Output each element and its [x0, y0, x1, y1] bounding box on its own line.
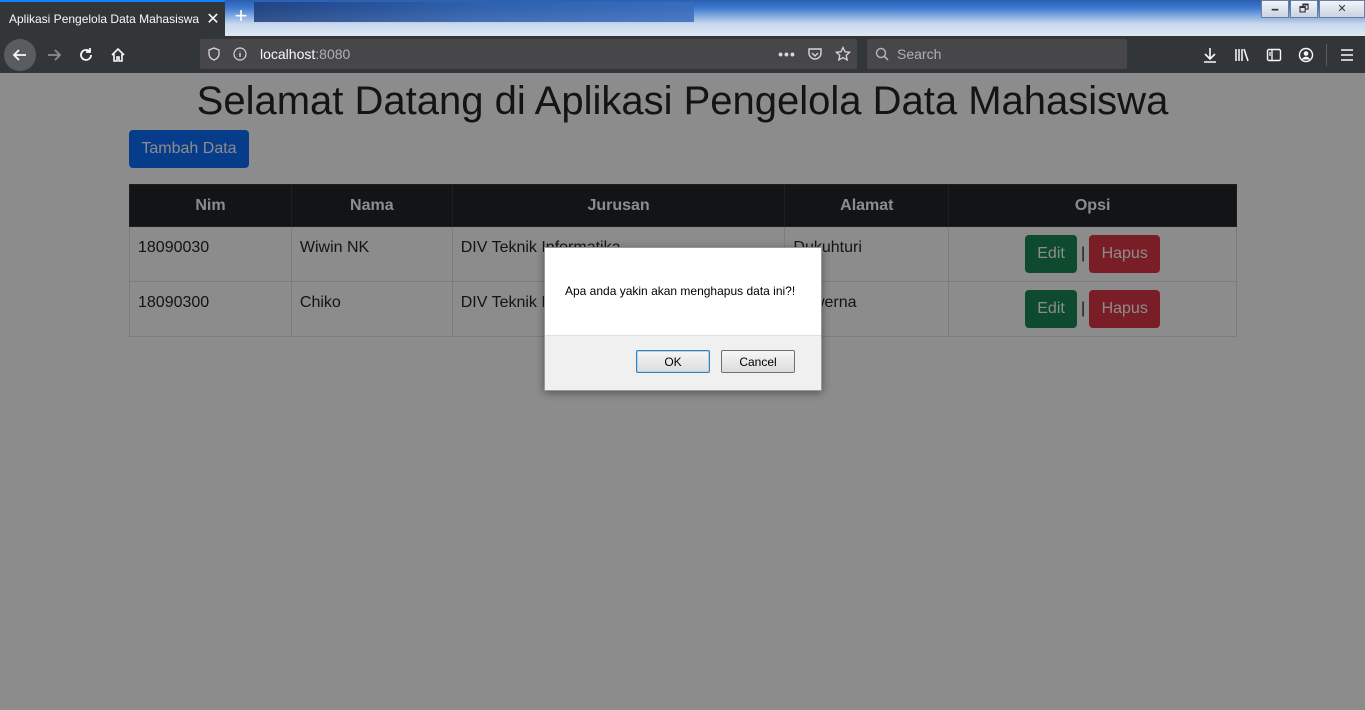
url-bar[interactable]: localhost:8080 ••• — [200, 39, 857, 69]
browser-toolbar: localhost:8080 ••• Search — [0, 36, 1365, 73]
hamburger-menu-icon — [1341, 48, 1353, 61]
tab-close-icon[interactable]: ✕ — [201, 9, 225, 29]
dialog-footer: OK Cancel — [545, 335, 821, 390]
page-actions-icon[interactable]: ••• — [773, 46, 801, 62]
url-port: :8080 — [315, 46, 351, 62]
forward-button[interactable] — [38, 39, 70, 71]
close-window-button[interactable]: ✕ — [1319, 0, 1365, 18]
bookmark-star-icon[interactable] — [829, 46, 857, 62]
sidebar-icon — [1266, 48, 1282, 61]
downloads-button[interactable] — [1194, 39, 1226, 71]
window-titlebar: Aplikasi Pengelola Data Mahasiswa ✕ + 🗕 … — [0, 0, 1365, 36]
reload-button[interactable] — [70, 39, 102, 71]
cancel-button[interactable]: Cancel — [721, 350, 795, 373]
search-placeholder: Search — [897, 46, 942, 62]
menu-button[interactable] — [1331, 39, 1363, 71]
arrow-right-icon — [48, 48, 62, 61]
url-host: localhost — [260, 46, 316, 62]
home-button[interactable] — [102, 39, 134, 71]
library-icon — [1235, 48, 1249, 61]
background-taskbar-strip — [254, 2, 694, 22]
search-icon — [867, 47, 897, 61]
restore-button[interactable]: 🗗 — [1290, 0, 1318, 18]
pocket-icon[interactable] — [801, 47, 829, 61]
sidebar-button[interactable] — [1258, 39, 1290, 71]
home-icon — [111, 47, 125, 62]
new-tab-button[interactable]: + — [228, 4, 254, 30]
confirm-dialog: Apa anda yakin akan menghapus data ini?!… — [544, 247, 822, 391]
url-text[interactable]: localhost:8080 — [260, 46, 350, 62]
browser-tab-active[interactable]: Aplikasi Pengelola Data Mahasiswa ✕ — [0, 0, 225, 36]
dialog-message: Apa anda yakin akan menghapus data ini?! — [545, 248, 821, 335]
site-info-icon[interactable] — [228, 47, 252, 61]
search-field[interactable]: Search — [867, 39, 1127, 69]
account-button[interactable] — [1290, 39, 1322, 71]
tab-title: Aplikasi Pengelola Data Mahasiswa — [9, 12, 200, 26]
library-button[interactable] — [1226, 39, 1258, 71]
reload-icon — [80, 47, 92, 61]
download-icon — [1204, 47, 1216, 63]
arrow-left-icon — [12, 48, 26, 61]
window-controls: 🗕 🗗 ✕ — [1260, 0, 1365, 20]
modal-overlay — [0, 73, 1365, 710]
ok-button[interactable]: OK — [636, 350, 710, 373]
tracking-protection-icon[interactable] — [200, 47, 228, 61]
minimize-button[interactable]: 🗕 — [1261, 0, 1289, 18]
back-button[interactable] — [4, 38, 36, 71]
toolbar-right-icons — [1194, 36, 1365, 73]
account-icon — [1298, 47, 1314, 62]
